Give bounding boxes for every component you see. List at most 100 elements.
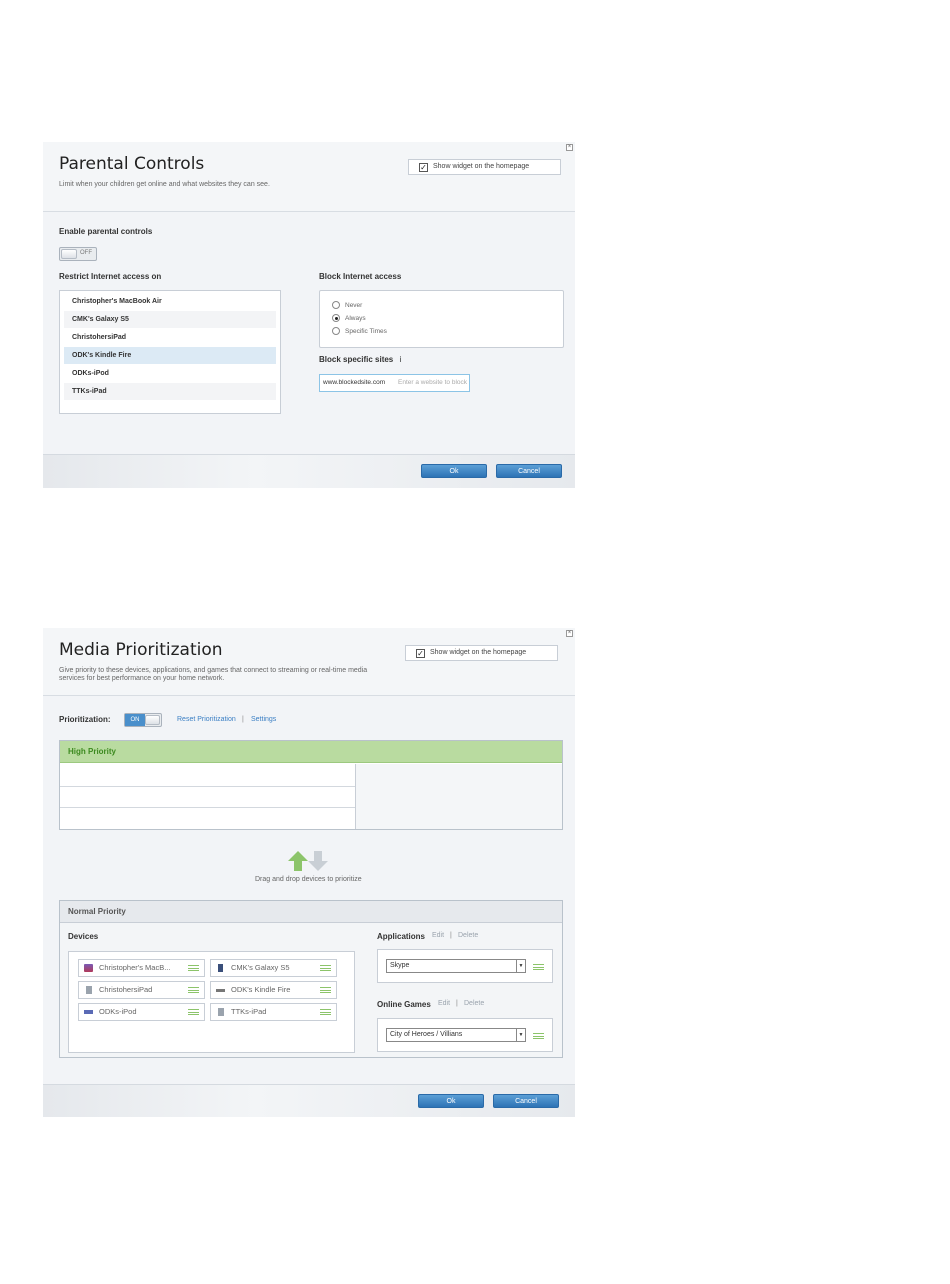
chevron-down-icon: ▼ [516, 960, 525, 972]
device-name: CMK's Galaxy S5 [231, 963, 290, 972]
applications-label: Applications [377, 932, 426, 941]
high-priority-title: High Priority [68, 747, 117, 756]
application-value: Skype [390, 962, 410, 969]
slot-divider [60, 786, 355, 787]
cancel-button[interactable]: Cancel [496, 464, 562, 478]
online-games-area: City of Heroes / Villians ▼ [377, 1018, 553, 1052]
block-options-box: Never Always Specific Times [319, 290, 564, 348]
normal-priority-title: Normal Priority [68, 907, 126, 916]
device-chip[interactable]: TTKs-iPad [210, 1003, 337, 1021]
ipod-icon [84, 1010, 93, 1014]
games-delete-link[interactable]: Delete [464, 1000, 484, 1007]
page-subtitle: Limit when your children get online and … [59, 181, 270, 188]
device-chip[interactable]: Christopher's MacB... [78, 959, 205, 977]
parental-footer: Ok Cancel [43, 454, 575, 488]
applications-edit-link[interactable]: Edit [432, 932, 444, 939]
chevron-down-icon: ▼ [516, 1029, 525, 1041]
laptop-icon [84, 964, 93, 972]
close-icon[interactable]: × [566, 144, 573, 151]
site-placeholder: Enter a website to block [398, 379, 468, 386]
game-value: City of Heroes / Villians [390, 1031, 463, 1038]
page-title: Media Prioritization [59, 640, 223, 660]
block-sites-label: Block specific sites i [319, 355, 401, 364]
page-title: Parental Controls [59, 154, 205, 174]
parental-toggle[interactable]: OFF [59, 247, 97, 261]
phone-icon [218, 964, 223, 972]
show-widget-checkbox[interactable]: ✓ Show widget on the homepage [405, 645, 558, 661]
separator: | [242, 716, 244, 723]
device-name: TTKs-iPad [231, 1007, 267, 1016]
enable-parental-label: Enable parental controls [59, 227, 153, 236]
block-access-label: Block Internet access [319, 272, 402, 281]
device-list: Christopher's MacBook Air CMK's Galaxy S… [59, 290, 281, 414]
media-prioritization-panel: Media Prioritization Give priority to th… [43, 628, 575, 1117]
blocked-site-value: www.blockedsite.com [323, 379, 386, 386]
show-widget-label: Show widget on the homepage [430, 649, 527, 656]
radio-label: Never [345, 302, 363, 309]
kindle-icon [216, 989, 225, 992]
drag-handle-icon[interactable] [320, 965, 331, 971]
toggle-knob [145, 715, 160, 725]
blocked-site-field[interactable]: www.blockedsite.com Enter a website to b… [319, 374, 470, 392]
tablet-icon [86, 986, 92, 994]
drag-arrows-icon [288, 851, 328, 871]
prioritization-label: Prioritization: [59, 715, 111, 724]
normal-priority-box: Normal Priority Devices Christopher's Ma… [59, 900, 563, 1058]
device-row[interactable]: ODKs-iPod [64, 365, 276, 382]
toggle-text: ON [125, 714, 145, 726]
page-subtitle-line-2: services for best performance on your ho… [59, 675, 225, 682]
device-row[interactable]: ChristohersiPad [64, 329, 276, 346]
device-chip[interactable]: ChristohersiPad [78, 981, 205, 999]
device-row[interactable]: CMK's Galaxy S5 [64, 311, 276, 328]
radio-always[interactable]: Always [332, 314, 366, 324]
separator: | [456, 1000, 458, 1007]
ok-button[interactable]: Ok [421, 464, 487, 478]
media-footer: Ok Cancel [43, 1084, 575, 1117]
drag-handle-icon[interactable] [320, 987, 331, 993]
toggle-knob [61, 249, 77, 259]
info-icon[interactable]: i [400, 355, 402, 364]
settings-link[interactable]: Settings [251, 716, 276, 723]
tablet-icon [218, 1008, 224, 1016]
checkbox-checked-icon: ✓ [419, 163, 428, 172]
drag-handle-icon[interactable] [533, 1033, 544, 1039]
device-row-selected[interactable]: ODK's Kindle Fire [64, 347, 276, 364]
drag-handle-icon[interactable] [188, 1009, 199, 1015]
device-chip[interactable]: ODK's Kindle Fire [210, 981, 337, 999]
parental-controls-panel: Parental Controls Limit when your childr… [43, 142, 575, 488]
game-select[interactable]: City of Heroes / Villians ▼ [386, 1028, 526, 1042]
show-widget-label: Show widget on the homepage [433, 163, 530, 170]
device-name: ODK's Kindle Fire [231, 985, 291, 994]
close-icon[interactable]: × [566, 630, 573, 637]
drag-handle-icon[interactable] [188, 987, 199, 993]
drag-handle-icon[interactable] [533, 964, 544, 970]
show-widget-checkbox[interactable]: ✓ Show widget on the homepage [408, 159, 561, 175]
ok-button[interactable]: Ok [418, 1094, 484, 1108]
applications-delete-link[interactable]: Delete [458, 932, 478, 939]
device-row[interactable]: Christopher's MacBook Air [64, 293, 276, 310]
application-select[interactable]: Skype ▼ [386, 959, 526, 973]
restrict-label: Restrict Internet access on [59, 272, 162, 281]
high-priority-header: High Priority [60, 741, 562, 763]
prioritization-toggle[interactable]: ON [124, 713, 162, 727]
device-row[interactable]: TTKs-iPad [64, 383, 276, 400]
games-edit-link[interactable]: Edit [438, 1000, 450, 1007]
checkbox-checked-icon: ✓ [416, 649, 425, 658]
block-sites-text: Block specific sites [319, 355, 394, 364]
radio-never[interactable]: Never [332, 301, 362, 311]
online-games-label: Online Games [377, 1000, 431, 1009]
device-chip[interactable]: ODKs-iPod [78, 1003, 205, 1021]
media-header: Media Prioritization Give priority to th… [43, 628, 575, 696]
separator: | [450, 932, 452, 939]
drag-handle-icon[interactable] [320, 1009, 331, 1015]
device-name: ChristohersiPad [99, 985, 153, 994]
reset-prioritization-link[interactable]: Reset Prioritization [177, 716, 236, 723]
device-chip[interactable]: CMK's Galaxy S5 [210, 959, 337, 977]
drag-handle-icon[interactable] [188, 965, 199, 971]
normal-priority-header: Normal Priority [60, 901, 562, 923]
radio-specific-times[interactable]: Specific Times [332, 327, 387, 337]
cancel-button[interactable]: Cancel [493, 1094, 559, 1108]
high-priority-box[interactable]: High Priority [59, 740, 563, 830]
devices-label: Devices [68, 932, 99, 941]
high-priority-apps-area [355, 764, 562, 829]
